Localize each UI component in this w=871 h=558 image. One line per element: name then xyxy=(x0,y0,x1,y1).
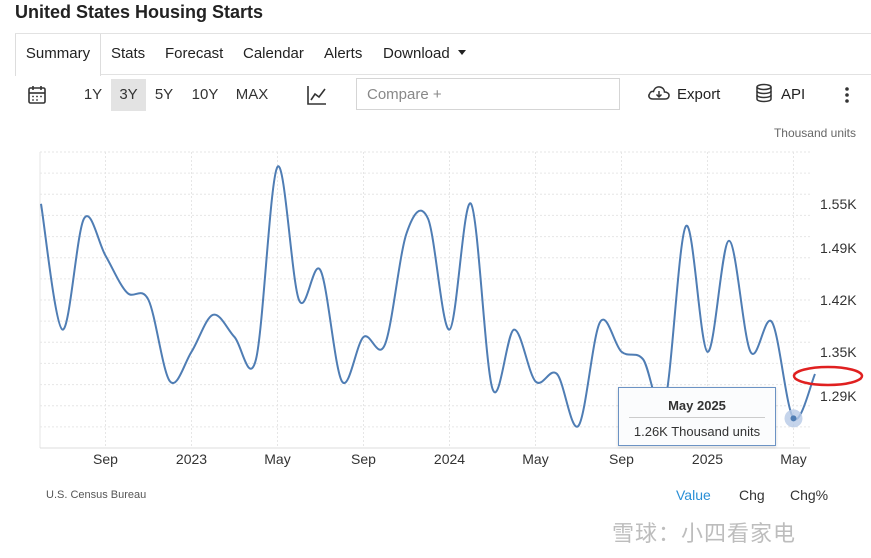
watermark: 雪球：小四看家电 xyxy=(612,521,797,546)
view-tab-value[interactable]: Value xyxy=(676,487,711,503)
tooltip-title: May 2025 xyxy=(668,398,726,413)
tooltip-value: 1.26K Thousand units xyxy=(633,424,761,439)
x-tick-label: 2025 xyxy=(692,451,723,467)
view-tab-chg[interactable]: Chg xyxy=(739,487,765,503)
annotation-ellipse xyxy=(792,365,864,387)
y-axis: 1.55K 1.49K 1.42K 1.35K 1.29K xyxy=(820,196,857,404)
y-tick-label: 1.55K xyxy=(820,196,857,212)
y-tick-label: 1.49K xyxy=(820,240,857,256)
y-tick-label: 1.42K xyxy=(820,292,857,308)
x-tick-label: 2023 xyxy=(176,451,207,467)
x-tick-label: May xyxy=(522,451,548,467)
x-tick-label: Sep xyxy=(351,451,376,467)
x-axis: Sep 2023 May Sep 2024 May Sep 2025 May xyxy=(93,451,807,467)
source-label: U.S. Census Bureau xyxy=(46,489,147,501)
tooltip-divider xyxy=(629,417,765,418)
x-tick-label: May xyxy=(264,451,290,467)
y-tick-label: 1.35K xyxy=(820,344,857,360)
highlight-marker[interactable] xyxy=(790,415,797,422)
x-tick-label: 2024 xyxy=(434,451,465,467)
y-tick-label: 1.29K xyxy=(820,388,857,404)
x-tick-label: May xyxy=(780,451,806,467)
line-chart: Sep 2023 May Sep 2024 May Sep 2025 May 1.55K 1.49… xyxy=(39,151,864,467)
x-tick-label: Sep xyxy=(93,451,118,467)
data-tooltip: May 2025 1.26K Thousand units xyxy=(618,387,776,446)
x-tick-label: Sep xyxy=(609,451,634,467)
view-tab-chg-pct[interactable]: Chg% xyxy=(790,487,828,503)
